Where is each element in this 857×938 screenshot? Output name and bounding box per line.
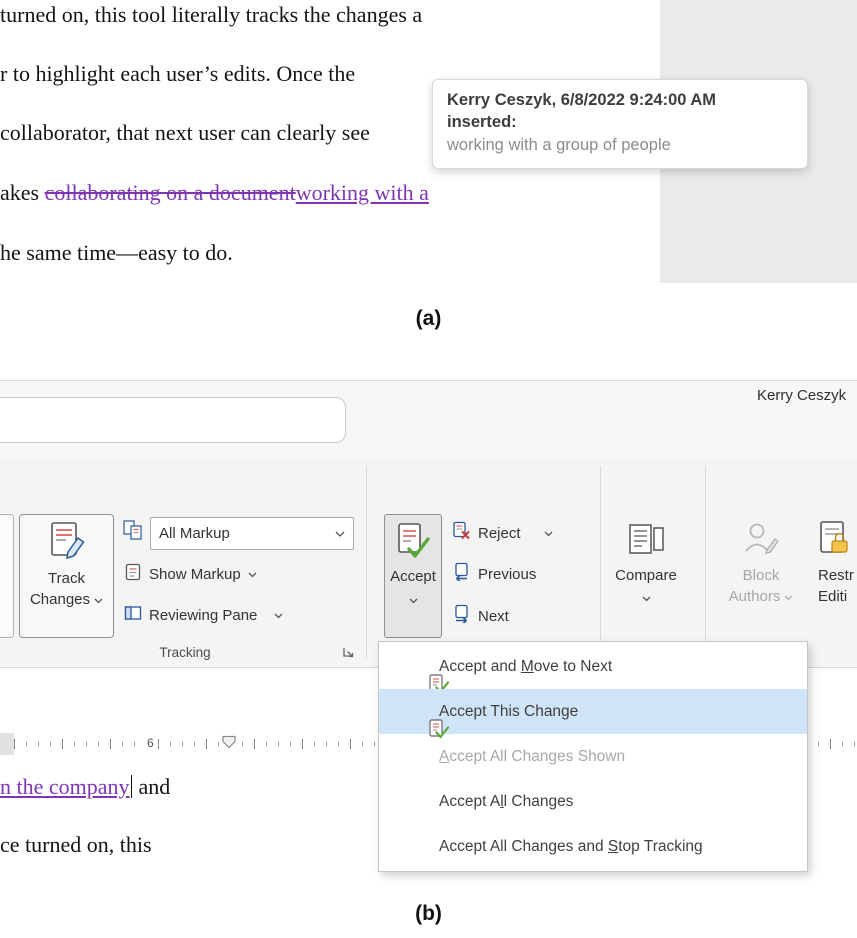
doc-line: he same time—easy to do.	[0, 240, 233, 266]
text-cursor	[131, 775, 133, 798]
chevron-down-icon	[94, 589, 103, 610]
track-changes-label-1: Track	[48, 568, 85, 589]
next-icon	[452, 604, 471, 628]
menu-item-accept-and-move[interactable]: Accept and Move to Next	[379, 644, 807, 689]
doc-line[interactable]: ce turned on, this	[0, 832, 152, 858]
tooltip-inserted-text: working with a group of people	[447, 134, 793, 157]
inserted-text[interactable]: working with a	[296, 180, 429, 205]
block-authors-icon	[742, 520, 780, 565]
menu-label: Accept A	[439, 793, 500, 811]
menu-label-accel: M	[521, 658, 534, 676]
track-changes-button[interactable]: Track Changes	[19, 514, 114, 638]
chevron-down-icon	[642, 589, 651, 607]
reviewing-pane-label: Reviewing Pane	[149, 607, 257, 624]
next-label: Next	[478, 608, 509, 625]
menu-item-accept-all-shown: Accept All Changes Shown	[379, 734, 807, 779]
reject-label: Reject	[478, 525, 521, 542]
first-line-indent-marker[interactable]	[221, 735, 237, 754]
show-markup-icon	[124, 563, 142, 586]
restrict-editing-label-2: Editi	[814, 586, 847, 607]
menu-item-accept-this-change[interactable]: Accept This Change	[379, 689, 807, 734]
compare-button[interactable]: Compare	[608, 514, 684, 638]
compare-icon	[626, 522, 666, 565]
doc-line: collaborator, that next user can clearly…	[0, 120, 370, 146]
tooltip-author-timestamp: Kerry Ceszyk, 6/8/2022 9:24:00 AM	[447, 89, 793, 111]
block-authors-label-2: Authors	[729, 586, 781, 607]
doc-line: r to highlight each user’s edits. Once t…	[0, 61, 355, 87]
revision-tooltip: Kerry Ceszyk, 6/8/2022 9:24:00 AM insert…	[432, 79, 808, 169]
tooltip-action-label: inserted:	[447, 111, 793, 133]
menu-label: Accept This Change	[439, 703, 578, 721]
markup-view-dropdown[interactable]: All Markup	[150, 517, 354, 550]
show-markup-label: Show Markup	[149, 566, 241, 583]
doc-line-tracked-change[interactable]: n the company and	[0, 774, 170, 800]
chevron-down-icon	[248, 565, 257, 583]
display-for-review-icon	[122, 519, 144, 546]
reviewing-pane-button[interactable]: Reviewing Pane	[124, 603, 283, 627]
menu-label-accel: A	[439, 748, 449, 766]
group-separator	[600, 466, 601, 658]
track-changes-icon	[49, 521, 85, 568]
ruler-number: 6	[144, 736, 157, 750]
reject-icon	[452, 521, 471, 545]
block-authors-label-1: Block	[743, 565, 780, 586]
doc-line: turned on, this tool literally tracks th…	[0, 2, 422, 28]
tracking-dialog-launcher[interactable]	[342, 646, 355, 664]
restrict-editing-label-1: Restr	[814, 565, 854, 586]
menu-item-accept-all-stop-tracking[interactable]: Accept All Changes and Stop Tracking	[379, 824, 807, 869]
ruler-margin-zone	[0, 733, 14, 755]
chevron-down-icon	[409, 591, 418, 609]
next-change-button[interactable]: Next	[452, 604, 509, 628]
doc-text: and	[133, 774, 170, 799]
markup-view-value: All Markup	[159, 525, 335, 542]
account-name[interactable]: Kerry Ceszyk	[757, 387, 846, 404]
menu-item-accept-all[interactable]: Accept All Changes	[379, 779, 807, 824]
menu-label: ove to Next	[534, 658, 612, 676]
inserted-text: n the company	[0, 774, 130, 799]
caption-b: (b)	[0, 902, 857, 926]
menu-label: Accept and	[439, 658, 521, 676]
compare-label: Compare	[615, 565, 677, 586]
menu-label-accel: S	[608, 838, 618, 856]
menu-label: top Tracking	[618, 838, 702, 856]
show-markup-button[interactable]: Show Markup	[124, 562, 257, 586]
cutoff-ribbon-button[interactable]	[0, 514, 14, 638]
previous-label: Previous	[478, 566, 536, 583]
accept-button[interactable]: Accept	[384, 514, 442, 638]
deleted-text: collaborating on a document	[45, 180, 296, 205]
reviewing-pane-icon	[124, 604, 142, 627]
group-separator	[366, 466, 367, 658]
previous-change-button[interactable]: Previous	[452, 562, 536, 586]
restrict-editing-icon	[814, 520, 852, 565]
reject-button[interactable]: Reject	[452, 521, 553, 545]
menu-label: Accept All Changes and	[439, 838, 608, 856]
accept-dropdown-menu: Accept and Move to Next Accept This Chan…	[378, 641, 808, 872]
menu-label: ccept All Changes Shown	[449, 748, 625, 766]
menu-label: l Changes	[504, 793, 574, 811]
track-changes-label-2: Changes	[30, 589, 90, 610]
restrict-editing-button[interactable]: Restr Editi	[814, 514, 857, 638]
group-separator	[705, 466, 706, 658]
caption-a: (a)	[0, 307, 857, 331]
doc-text: akes	[0, 180, 45, 205]
accept-label: Accept	[390, 566, 436, 587]
block-authors-button: Block Authors	[724, 514, 798, 638]
search-input[interactable]	[0, 397, 346, 443]
chevron-down-icon	[335, 525, 345, 543]
tracking-group-label: Tracking	[120, 645, 250, 660]
chevron-down-icon	[784, 586, 793, 607]
chevron-down-icon	[274, 606, 283, 624]
previous-icon	[452, 562, 471, 586]
doc-line-tracked-change: akes collaborating on a documentworking …	[0, 180, 429, 206]
accept-icon	[395, 523, 431, 566]
chevron-down-icon	[544, 524, 553, 542]
figure-track-changes: turned on, this tool literally tracks th…	[0, 0, 857, 938]
